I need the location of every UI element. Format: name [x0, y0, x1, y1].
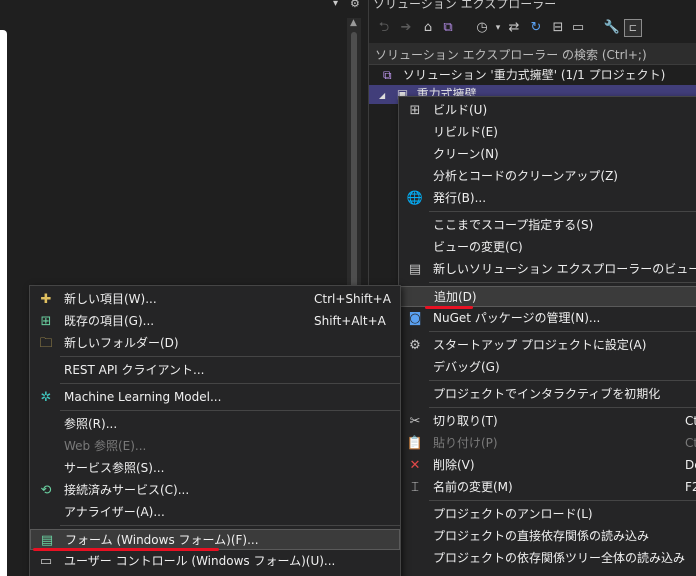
annotation-underline-form: [33, 548, 219, 551]
project-context-menu: ⊞ ビルド(U) リビルド(E) クリーン(N) 分析とコードのクリーンアップ(…: [398, 96, 696, 576]
menu-item-add[interactable]: 追加(D): [399, 286, 696, 307]
connected-service-icon: ⟲: [40, 483, 52, 498]
sync-icon[interactable]: ⇄: [505, 19, 523, 37]
submenu-item-windows-form[interactable]: ▤ フォーム (Windows フォーム)(F)...: [30, 529, 400, 550]
back-arrow-icon[interactable]: ⮌: [375, 19, 393, 37]
solution-icon: ⧉: [383, 68, 392, 82]
annotation-underline-add: [425, 306, 473, 309]
clipboard-icon: 📋: [406, 436, 424, 451]
new-folder-icon: 🗀: [39, 336, 53, 351]
submenu-item-user-control[interactable]: ▭ ユーザー コントロール (Windows フォーム)(U)...: [30, 551, 400, 572]
submenu-item-reference[interactable]: 参照(R)...: [30, 414, 400, 435]
menu-item-new-explorer-view[interactable]: ▤ 新しいソリューション エクスプローラーのビュー(N): [399, 259, 696, 280]
wrench-icon[interactable]: 🔧: [603, 19, 621, 37]
collapse-all-icon[interactable]: ⊟: [549, 19, 567, 37]
editor-document: [0, 30, 7, 576]
menu-item-load-direct-deps[interactable]: プロジェクトの直接依存関係の読み込み: [399, 526, 696, 547]
menu-item-analyze-cleanup[interactable]: 分析とコードのクリーンアップ(Z): [399, 166, 696, 187]
tree-solution-node[interactable]: ⧉ ソリューション '重力式擁壁' (1/1 プロジェクト): [369, 66, 696, 85]
menu-item-cut[interactable]: ✂ 切り取り(T) Ct: [399, 411, 696, 432]
menu-separator: [429, 380, 696, 381]
menu-item-load-dep-tree[interactable]: プロジェクトの依存関係ツリー全体の読み込み: [399, 548, 696, 569]
editor-tab-strip: ▾ ⚙: [0, 0, 368, 11]
menu-item-publish[interactable]: 🌐 発行(B)...: [399, 188, 696, 209]
submenu-item-analyzer[interactable]: アナライザー(A)...: [30, 502, 400, 523]
submenu-item-ml-model[interactable]: ✲ Machine Learning Model...: [30, 387, 400, 408]
solution-explorer-toolbar: ⮌ ➔ ⌂ ⧉ ◷ ▾ ⇄ ↻ ⊟ ▭ 🔧 ⊏: [369, 16, 696, 42]
switch-views-icon[interactable]: ⧉: [439, 19, 457, 37]
panel-title: ソリューション エクスプローラー: [373, 0, 557, 11]
gear-icon: ⚙: [409, 338, 421, 353]
rename-icon: ⌶: [411, 480, 419, 495]
menu-separator: [429, 331, 696, 332]
submenu-item-service-reference[interactable]: サービス参照(S)...: [30, 458, 400, 479]
menu-item-set-startup[interactable]: ⚙ スタートアップ プロジェクトに設定(A): [399, 335, 696, 356]
new-item-icon: ✚: [40, 292, 52, 307]
menu-item-paste[interactable]: 📋 貼り付け(P) Ct: [399, 433, 696, 454]
ml-model-icon: ✲: [40, 390, 52, 405]
menu-separator: [429, 500, 696, 501]
menu-item-change-view[interactable]: ビューの変更(C): [399, 237, 696, 258]
forward-arrow-icon[interactable]: ➔: [397, 19, 415, 37]
menu-separator: [60, 356, 400, 357]
submenu-item-web-reference[interactable]: Web 参照(E)...: [30, 436, 400, 457]
scroll-up-arrow-icon[interactable]: ▲: [350, 18, 357, 28]
menu-separator: [60, 383, 400, 384]
submenu-item-rest-api-client[interactable]: REST API クライアント...: [30, 360, 400, 381]
menu-separator: [429, 211, 696, 212]
existing-item-icon: ⊞: [40, 314, 52, 329]
home-icon[interactable]: ⌂: [419, 19, 437, 37]
menu-item-rename[interactable]: ⌶ 名前の変更(M) F2: [399, 477, 696, 498]
menu-item-init-interactive[interactable]: プロジェクトでインタラクティブを初期化: [399, 384, 696, 405]
menu-item-debug[interactable]: デバッグ(G): [399, 357, 696, 378]
menu-item-build[interactable]: ⊞ ビルド(U): [399, 100, 696, 121]
submenu-item-existing-item[interactable]: ⊞ 既存の項目(G)... Shift+Alt+A: [30, 311, 400, 332]
build-icon: ⊞: [409, 103, 421, 118]
search-placeholder: ソリューション エクスプローラー の検索 (Ctrl+;): [375, 48, 647, 62]
chevron-down-icon[interactable]: ▾: [333, 0, 338, 9]
submenu-item-new-item[interactable]: ✚ 新しい項目(W)... Ctrl+Shift+A: [30, 289, 400, 310]
new-view-icon: ▤: [408, 262, 422, 277]
submenu-item-connected-service[interactable]: ⟲ 接続済みサービス(C)...: [30, 480, 400, 501]
menu-item-scope-to-this[interactable]: ここまでスコープ指定する(S): [399, 215, 696, 236]
globe-icon: 🌐: [406, 191, 424, 206]
menu-separator: [60, 410, 400, 411]
refresh-icon[interactable]: ↻: [527, 19, 545, 37]
menu-separator: [429, 407, 696, 408]
user-control-icon: ▭: [39, 554, 53, 569]
solution-label: ソリューション '重力式擁壁' (1/1 プロジェクト): [402, 68, 666, 82]
add-submenu: ✚ 新しい項目(W)... Ctrl+Shift+A ⊞ 既存の項目(G)...…: [29, 285, 401, 576]
gear-icon[interactable]: ⚙: [350, 0, 360, 10]
nuget-icon: ◙: [408, 311, 422, 326]
menu-item-delete[interactable]: ✕ 削除(V) De: [399, 455, 696, 476]
menu-item-unload-project[interactable]: プロジェクトのアンロード(L): [399, 504, 696, 525]
menu-item-rebuild[interactable]: リビルド(E): [399, 122, 696, 143]
submenu-item-new-folder[interactable]: 🗀 新しいフォルダー(D): [30, 333, 400, 354]
menu-separator: [429, 282, 696, 283]
menu-separator: [60, 525, 400, 526]
scissors-icon: ✂: [409, 414, 421, 429]
expand-triangle-icon[interactable]: ◢: [379, 86, 393, 105]
preview-selected-icon[interactable]: ⊏: [624, 19, 642, 37]
show-all-files-icon[interactable]: ▭: [569, 19, 587, 37]
search-input[interactable]: ソリューション エクスプローラー の検索 (Ctrl+;): [369, 43, 696, 65]
menu-item-clean[interactable]: クリーン(N): [399, 144, 696, 165]
delete-x-icon: ✕: [409, 458, 421, 473]
menu-item-nuget[interactable]: ◙ NuGet パッケージの管理(N)...: [399, 308, 696, 329]
